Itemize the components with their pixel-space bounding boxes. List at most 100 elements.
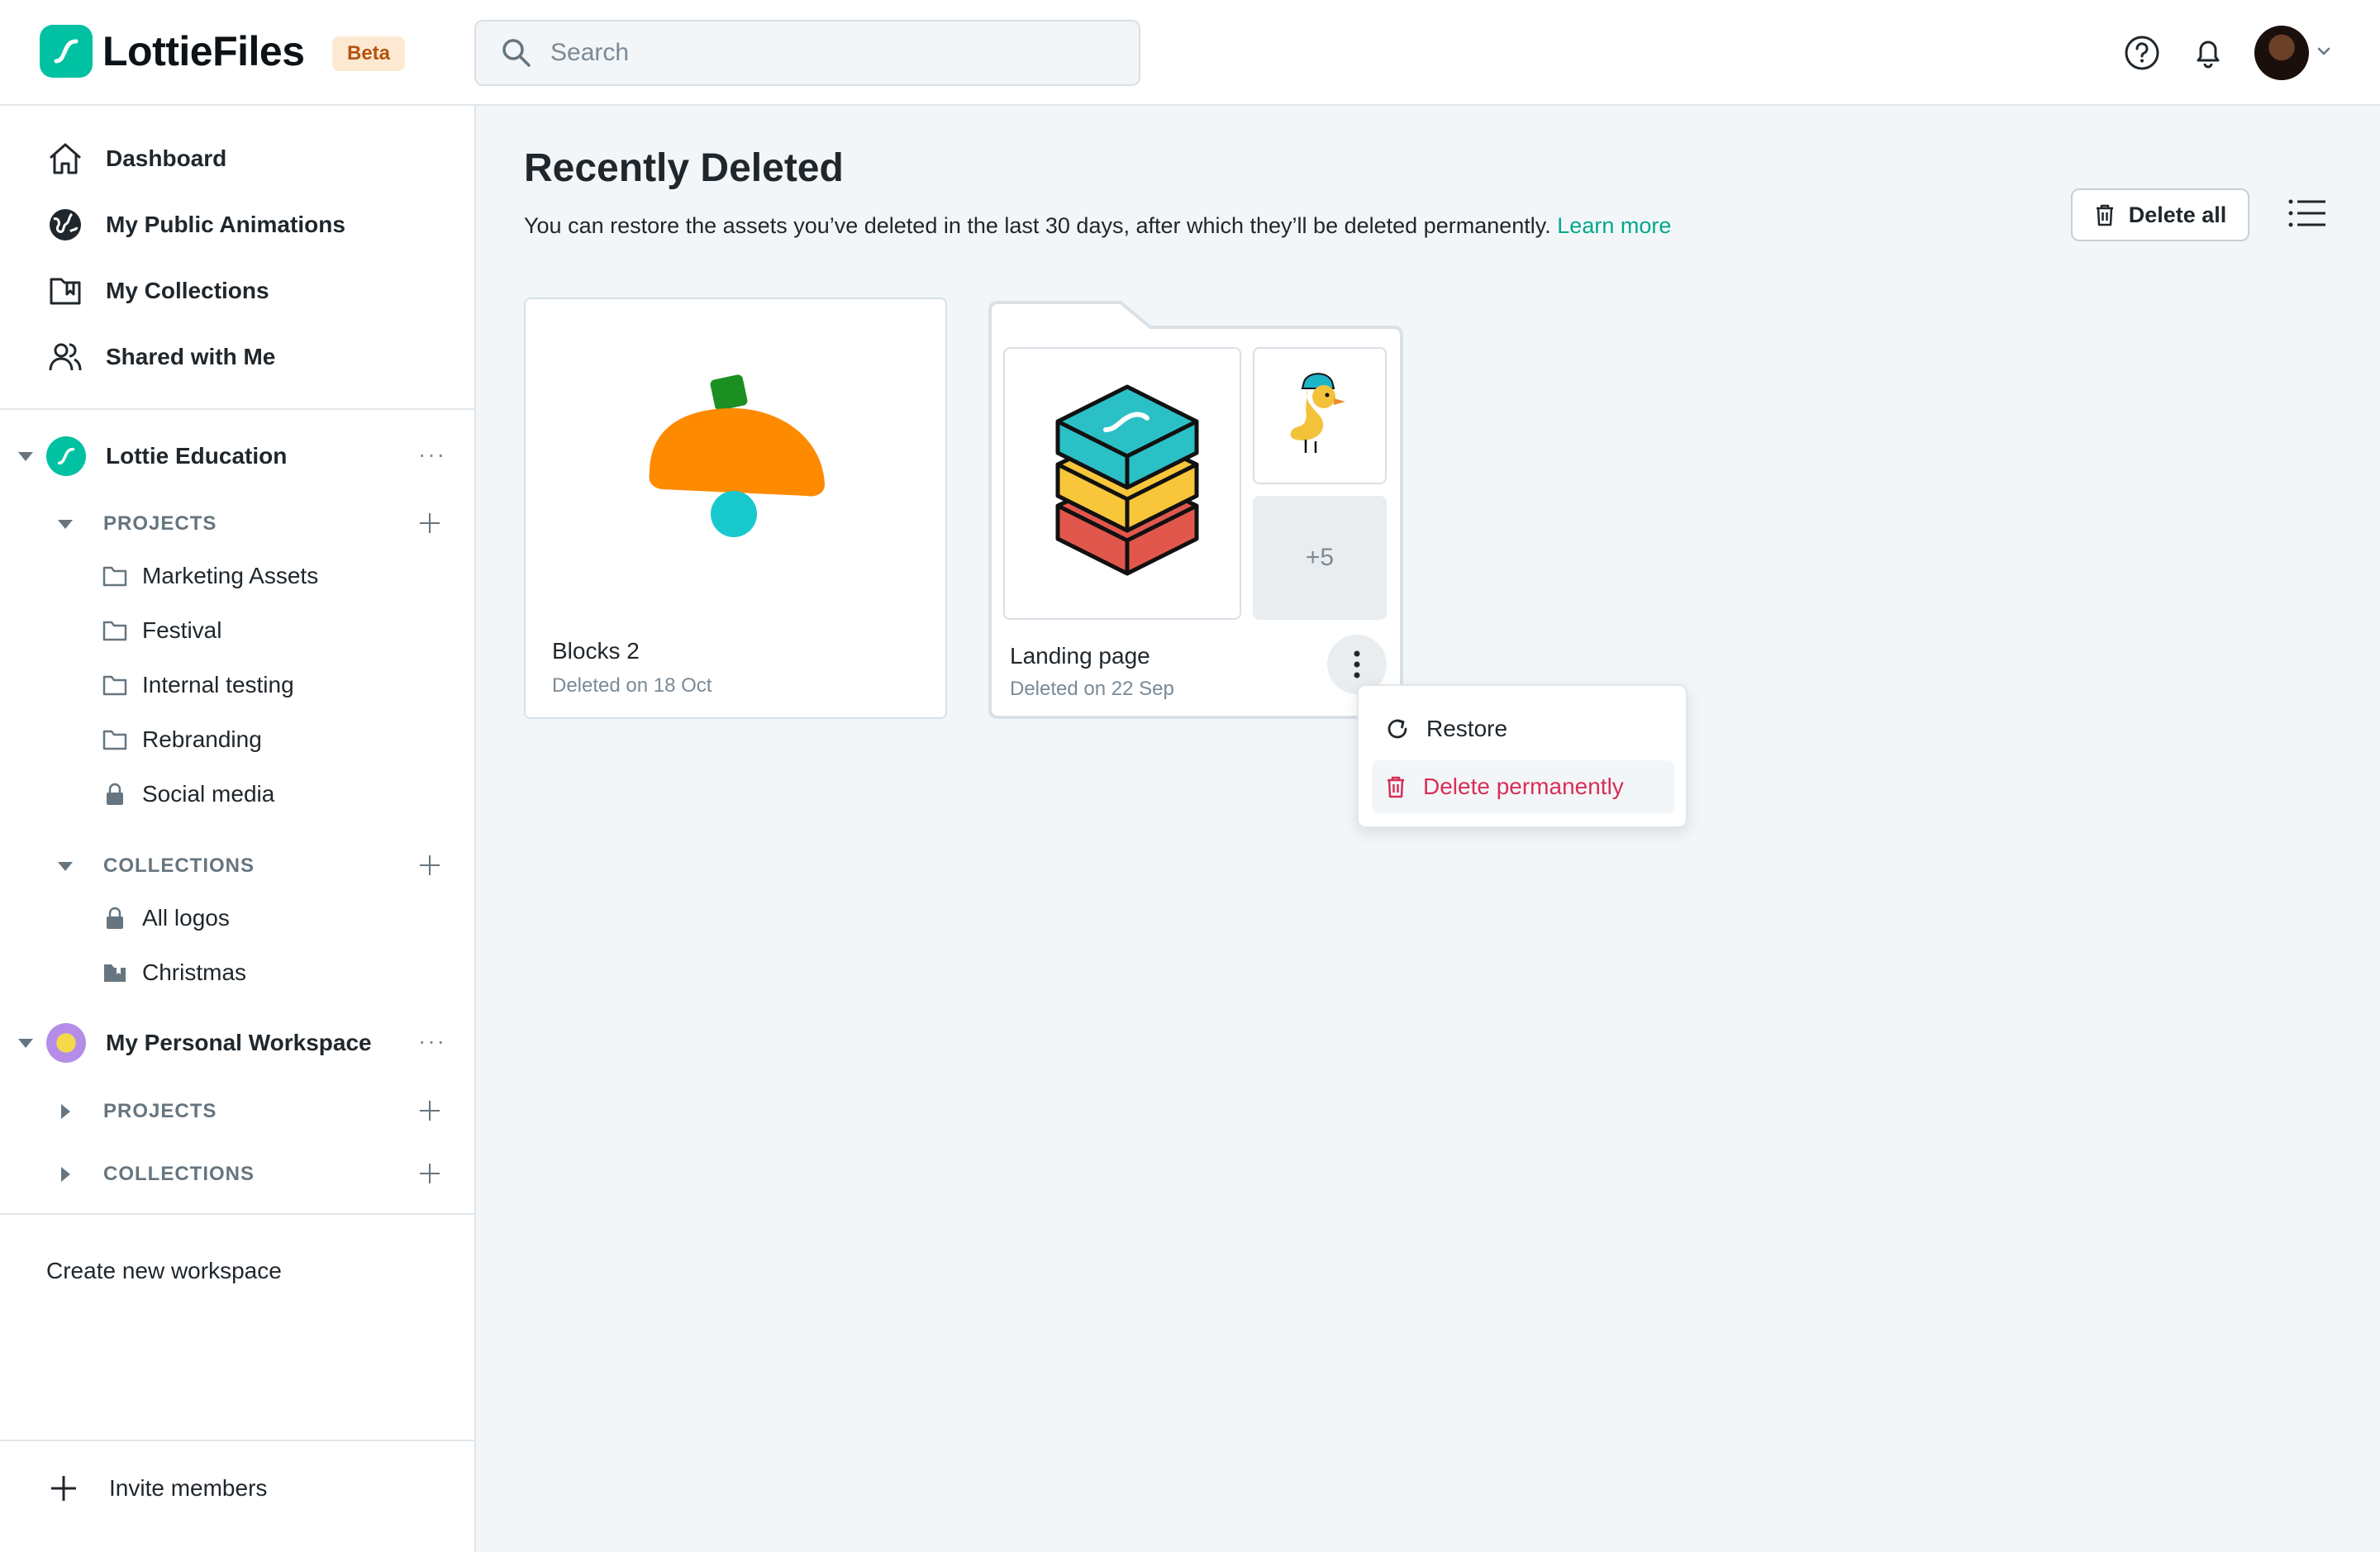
sidebar-item-dashboard[interactable]: Dashboard	[46, 134, 226, 183]
folder-icon	[102, 566, 127, 587]
search-icon	[502, 39, 531, 67]
beta-badge: Beta	[332, 36, 406, 71]
chevron-down-icon[interactable]	[2316, 43, 2332, 60]
sidebar-divider	[0, 1440, 476, 1441]
delete-permanently-menu-item[interactable]: Delete permanently	[1372, 760, 1674, 813]
more-options-icon[interactable]: ···	[418, 441, 446, 468]
users-icon	[46, 338, 84, 376]
workspace-personal[interactable]: My Personal Workspace ···	[0, 1018, 476, 1068]
add-collection-icon[interactable]	[418, 854, 441, 877]
restore-icon	[1388, 719, 1407, 739]
animation-thumbnail	[649, 374, 825, 537]
sidebar: Dashboard My Public Animations My Collec…	[0, 106, 476, 1552]
sidebar-item-my-collections[interactable]: My Collections	[46, 266, 269, 316]
project-item[interactable]: Marketing Assets	[102, 555, 318, 597]
collection-label: All logos	[142, 905, 230, 931]
folder-thumbnail-main	[1003, 347, 1241, 620]
sidebar-divider	[0, 1213, 476, 1215]
more-items-count: +5	[1253, 496, 1387, 620]
project-label: Festival	[142, 617, 222, 643]
project-item[interactable]: Rebranding	[102, 719, 262, 760]
more-options-icon[interactable]: ···	[418, 1028, 446, 1055]
project-item[interactable]: Festival	[102, 610, 221, 651]
create-workspace-link[interactable]: Create new workspace	[46, 1258, 282, 1284]
delete-all-button[interactable]: Delete all	[2071, 188, 2249, 241]
folder-thumbnail-secondary	[1253, 347, 1387, 484]
restore-label: Restore	[1426, 716, 1508, 741]
project-item[interactable]: Social media	[102, 774, 274, 815]
lottiefiles-logo-icon	[40, 25, 93, 78]
folder-icon	[102, 621, 127, 641]
project-item[interactable]: Internal testing	[102, 664, 294, 706]
context-menu: Restore Delete permanently	[1357, 684, 1687, 828]
description-text: You can restore the assets you’ve delete…	[524, 213, 1551, 238]
project-label: Social media	[142, 781, 275, 807]
page-description: You can restore the assets you’ve delete…	[524, 213, 1671, 239]
invite-members-button[interactable]: Invite members	[50, 1474, 267, 1502]
avatar[interactable]	[2254, 26, 2309, 80]
card-title: Landing page	[1010, 643, 1150, 669]
bell-icon[interactable]	[2188, 33, 2228, 73]
collection-icon	[104, 964, 126, 982]
card-title: Blocks 2	[552, 638, 640, 664]
page-title: Recently Deleted	[524, 146, 844, 190]
trash-icon	[1388, 776, 1404, 798]
plus-icon	[51, 1476, 76, 1501]
add-project-icon[interactable]	[418, 512, 441, 535]
collections-section-label[interactable]: COLLECTIONS	[103, 1163, 255, 1186]
top-header: LottieFiles Beta	[0, 0, 2380, 106]
learn-more-link[interactable]: Learn more	[1557, 213, 1671, 238]
list-view-icon[interactable]	[2287, 197, 2327, 230]
bird-illustration	[1290, 373, 1345, 453]
add-collection-icon[interactable]	[418, 1162, 441, 1185]
restore-menu-item[interactable]: Restore	[1372, 702, 1674, 755]
lock-icon	[107, 907, 123, 929]
sidebar-item-shared-with-me[interactable]: Shared with Me	[46, 332, 275, 382]
sidebar-item-label: My Collections	[106, 278, 269, 303]
trash-icon	[2096, 204, 2113, 226]
caret-down-icon[interactable]	[58, 520, 73, 529]
projects-section-label[interactable]: PROJECTS	[103, 512, 217, 536]
search-input[interactable]	[550, 39, 1112, 67]
lottiefiles-logo[interactable]: LottieFiles	[40, 25, 305, 78]
collection-item[interactable]: All logos	[102, 897, 230, 939]
workspace-logo	[46, 436, 86, 476]
caret-right-icon[interactable]	[61, 1167, 70, 1182]
collections-section-label[interactable]: COLLECTIONS	[103, 855, 255, 878]
globe-icon	[46, 206, 84, 244]
help-icon[interactable]	[2122, 33, 2162, 73]
invite-members-label: Invite members	[109, 1475, 268, 1501]
workspace-lottie-education[interactable]: Lottie Education ···	[0, 431, 476, 481]
collection-label: Christmas	[142, 959, 247, 985]
project-label: Marketing Assets	[142, 563, 319, 588]
delete-all-label: Delete all	[2128, 202, 2227, 227]
workspace-logo	[46, 1023, 86, 1063]
add-project-icon[interactable]	[418, 1099, 441, 1122]
search-bar[interactable]	[474, 20, 1140, 86]
projects-section-label[interactable]: PROJECTS	[103, 1100, 217, 1123]
caret-right-icon[interactable]	[61, 1104, 70, 1119]
lock-icon	[107, 783, 123, 805]
blocks-illustration	[1055, 384, 1199, 576]
folder-icon	[102, 675, 127, 696]
sidebar-item-label: My Public Animations	[106, 212, 345, 237]
sidebar-item-label: Dashboard	[106, 145, 227, 171]
caret-down-icon[interactable]	[58, 862, 73, 871]
card-subtitle: Deleted on 22 Sep	[1010, 678, 1174, 700]
folder-icon	[102, 730, 127, 750]
workspace-name: Lottie Education	[106, 443, 288, 469]
home-icon	[46, 140, 84, 178]
caret-down-icon[interactable]	[18, 452, 33, 461]
card-subtitle: Deleted on 18 Oct	[552, 674, 712, 697]
delete-permanently-label: Delete permanently	[1423, 774, 1624, 799]
sidebar-item-label: Shared with Me	[106, 344, 276, 369]
sidebar-item-public-animations[interactable]: My Public Animations	[46, 200, 345, 250]
sidebar-divider	[0, 408, 476, 410]
project-label: Rebranding	[142, 726, 262, 752]
kebab-icon	[1354, 650, 1360, 678]
animation-card[interactable]: Blocks 2 Deleted on 18 Oct	[524, 298, 947, 719]
collection-item[interactable]: Christmas	[102, 952, 246, 993]
workspace-name: My Personal Workspace	[106, 1030, 372, 1055]
caret-down-icon[interactable]	[18, 1039, 33, 1048]
collection-icon	[46, 272, 84, 310]
